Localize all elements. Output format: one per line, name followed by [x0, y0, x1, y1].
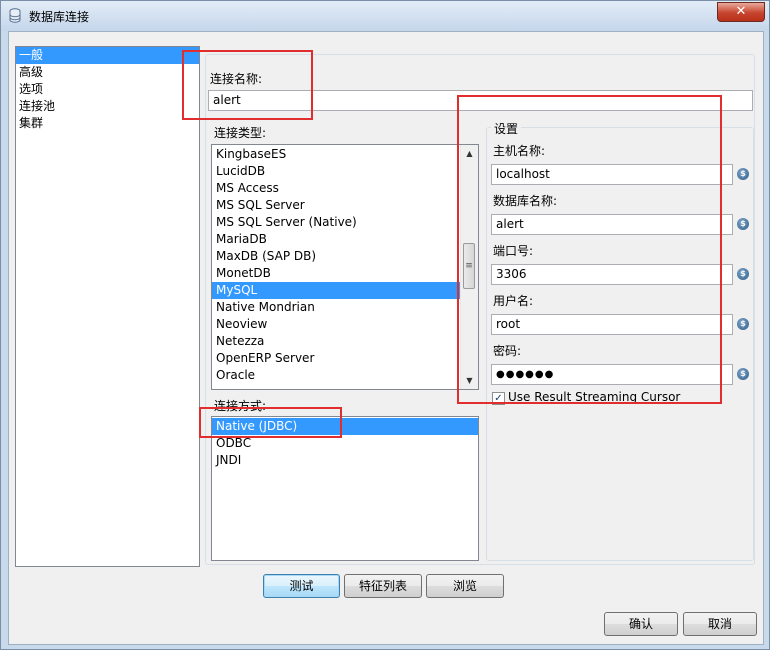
port-input[interactable]: 3306 — [491, 264, 733, 285]
port-label: 端口号: — [493, 244, 534, 258]
database-icon — [9, 8, 21, 23]
scroll-up-icon[interactable]: ▲ — [461, 145, 478, 162]
explore-button[interactable]: 浏览 — [426, 574, 504, 598]
variable-icon[interactable]: $ — [737, 168, 749, 180]
list-item[interactable]: MonetDB — [212, 265, 478, 282]
feature-list-button[interactable]: 特征列表 — [344, 574, 422, 598]
dialog-body: 一般 高级 选项 连接池 集群 连接名称: alert 连接类型: Kingba… — [8, 31, 764, 645]
variable-icon[interactable]: $ — [737, 318, 749, 330]
scroll-thumb[interactable]: ≡ — [463, 243, 475, 289]
list-item[interactable]: JNDI — [212, 452, 478, 469]
connection-type-label: 连接类型: — [214, 126, 267, 140]
password-input[interactable]: ●●●●●● — [491, 364, 733, 385]
variable-icon[interactable]: $ — [737, 268, 749, 280]
access-method-list[interactable]: Native (JDBC) ODBC JNDI — [211, 416, 479, 561]
list-item-selected[interactable]: MySQL — [212, 282, 478, 299]
title-bar: 数据库连接 ✕ — [1, 1, 769, 31]
list-item[interactable]: Netezza — [212, 333, 478, 350]
list-item[interactable]: MaxDB (SAP DB) — [212, 248, 478, 265]
password-label: 密码: — [493, 344, 522, 358]
list-item[interactable]: Oracle — [212, 367, 478, 384]
ok-button[interactable]: 确认 — [604, 612, 678, 636]
connection-name-label: 连接名称: — [210, 72, 263, 86]
nav-item-pooling[interactable]: 连接池 — [16, 98, 199, 115]
list-item[interactable]: Neoview — [212, 316, 478, 333]
general-panel: 连接名称: alert 连接类型: KingbaseES LucidDB MS … — [205, 54, 755, 565]
list-item[interactable]: ODBC — [212, 435, 478, 452]
connection-type-list[interactable]: KingbaseES LucidDB MS Access MS SQL Serv… — [211, 144, 479, 390]
test-button[interactable]: 测试 — [263, 574, 340, 598]
list-item[interactable]: MariaDB — [212, 231, 478, 248]
list-item[interactable]: MS Access — [212, 180, 478, 197]
database-name-label: 数据库名称: — [493, 194, 558, 208]
nav-item-advanced[interactable]: 高级 — [16, 64, 199, 81]
streaming-cursor-checkbox[interactable]: ✓ — [492, 392, 505, 405]
settings-nav-list: 一般 高级 选项 连接池 集群 — [15, 46, 200, 567]
scroll-down-icon[interactable]: ▼ — [461, 372, 478, 389]
list-item[interactable]: Native Mondrian — [212, 299, 478, 316]
connection-name-input[interactable]: alert — [208, 90, 753, 111]
connection-type-scrollbar[interactable]: ▲ ≡ ▼ — [460, 145, 478, 389]
streaming-cursor-label: Use Result Streaming Cursor — [508, 390, 681, 404]
database-name-input[interactable]: alert — [491, 214, 733, 235]
list-item[interactable]: KingbaseES — [212, 146, 478, 163]
username-label: 用户名: — [493, 294, 534, 308]
nav-item-cluster[interactable]: 集群 — [16, 115, 199, 132]
nav-item-options[interactable]: 选项 — [16, 81, 199, 98]
username-input[interactable]: root — [491, 314, 733, 335]
cancel-button[interactable]: 取消 — [683, 612, 757, 636]
list-item[interactable]: LucidDB — [212, 163, 478, 180]
list-item[interactable]: MS SQL Server (Native) — [212, 214, 478, 231]
close-button[interactable]: ✕ — [717, 2, 765, 22]
settings-group: 设置 主机名称: localhost $ 数据库名称: alert $ 端口号:… — [486, 120, 754, 561]
settings-group-title: 设置 — [491, 120, 522, 137]
list-item[interactable]: MS SQL Server — [212, 197, 478, 214]
host-label: 主机名称: — [493, 144, 546, 158]
database-connection-dialog: 数据库连接 ✕ 一般 高级 选项 连接池 集群 连接名称: alert 连接类型… — [0, 0, 770, 650]
host-input[interactable]: localhost — [491, 164, 733, 185]
list-item[interactable]: OpenERP Server — [212, 350, 478, 367]
list-item-selected[interactable]: Native (JDBC) — [212, 418, 478, 435]
nav-item-general[interactable]: 一般 — [16, 47, 199, 64]
variable-icon[interactable]: $ — [737, 218, 749, 230]
window-title: 数据库连接 — [29, 10, 90, 24]
variable-icon[interactable]: $ — [737, 368, 749, 380]
access-method-label: 连接方式: — [214, 399, 267, 413]
